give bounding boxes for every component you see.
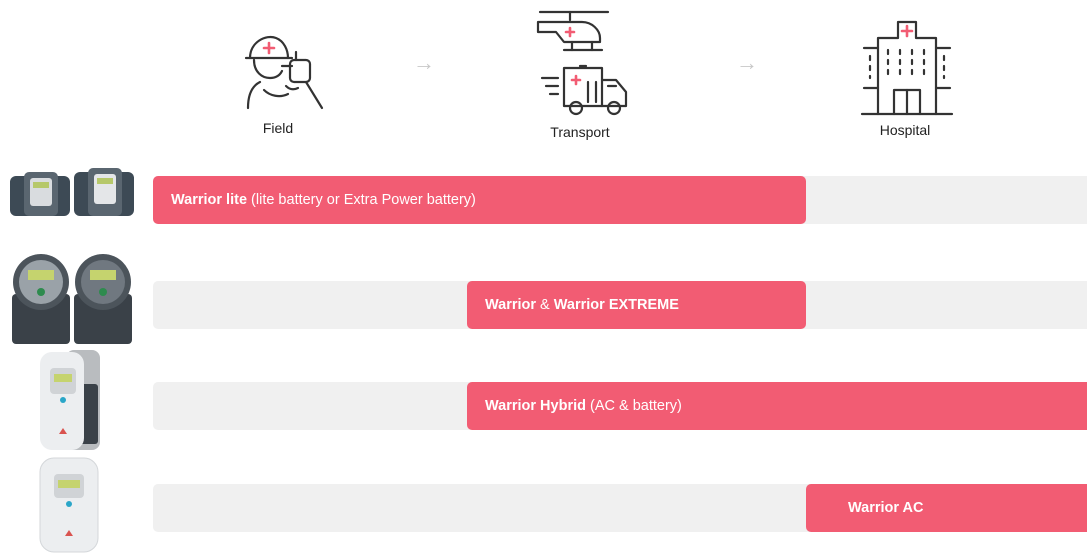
coverage-bar-warrior-hybrid: Warrior Hybrid (AC & battery) <box>467 382 1087 430</box>
phase-label-transport: Transport <box>550 124 610 140</box>
bar-title: Warrior Hybrid <box>485 398 586 414</box>
bar-title: Warrior <box>485 297 537 313</box>
arrow-right-icon: → <box>736 50 758 75</box>
hospital-building-icon <box>860 20 954 116</box>
phase-label-field: Field <box>262 120 294 136</box>
field-responder-icon <box>244 35 324 110</box>
coverage-bar-warrior-extreme: Warrior & Warrior EXTREME <box>467 281 806 329</box>
warrior-ac-device-icon <box>36 456 102 559</box>
phase-field: Field <box>218 28 338 136</box>
coverage-bar-warrior-lite: Warrior lite (lite battery or Extra Powe… <box>153 176 806 224</box>
bar-title-2: Warrior EXTREME <box>553 297 679 313</box>
coverage-bar-warrior-ac: Warrior AC <box>806 484 1087 532</box>
bar-detail: & <box>536 297 554 313</box>
phase-transport: Transport <box>515 6 645 140</box>
care-continuum-diagram: Field → Transport → Hospital Warrior lit… <box>0 0 1087 556</box>
transport-helicopter-ambulance-icon <box>536 10 628 116</box>
warrior-extreme-device-icon <box>10 250 134 351</box>
warrior-hybrid-device-icon <box>36 348 102 457</box>
phase-hospital: Hospital <box>845 18 965 138</box>
bar-title: Warrior lite <box>171 192 248 208</box>
warrior-lite-device-icon <box>6 168 136 225</box>
arrow-right-icon: → <box>413 50 435 75</box>
bar-detail: (lite battery or Extra Power battery) <box>247 192 476 208</box>
bar-title: Warrior AC <box>848 500 924 516</box>
phase-label-hospital: Hospital <box>879 122 931 138</box>
bar-detail: (AC & battery) <box>585 398 682 414</box>
